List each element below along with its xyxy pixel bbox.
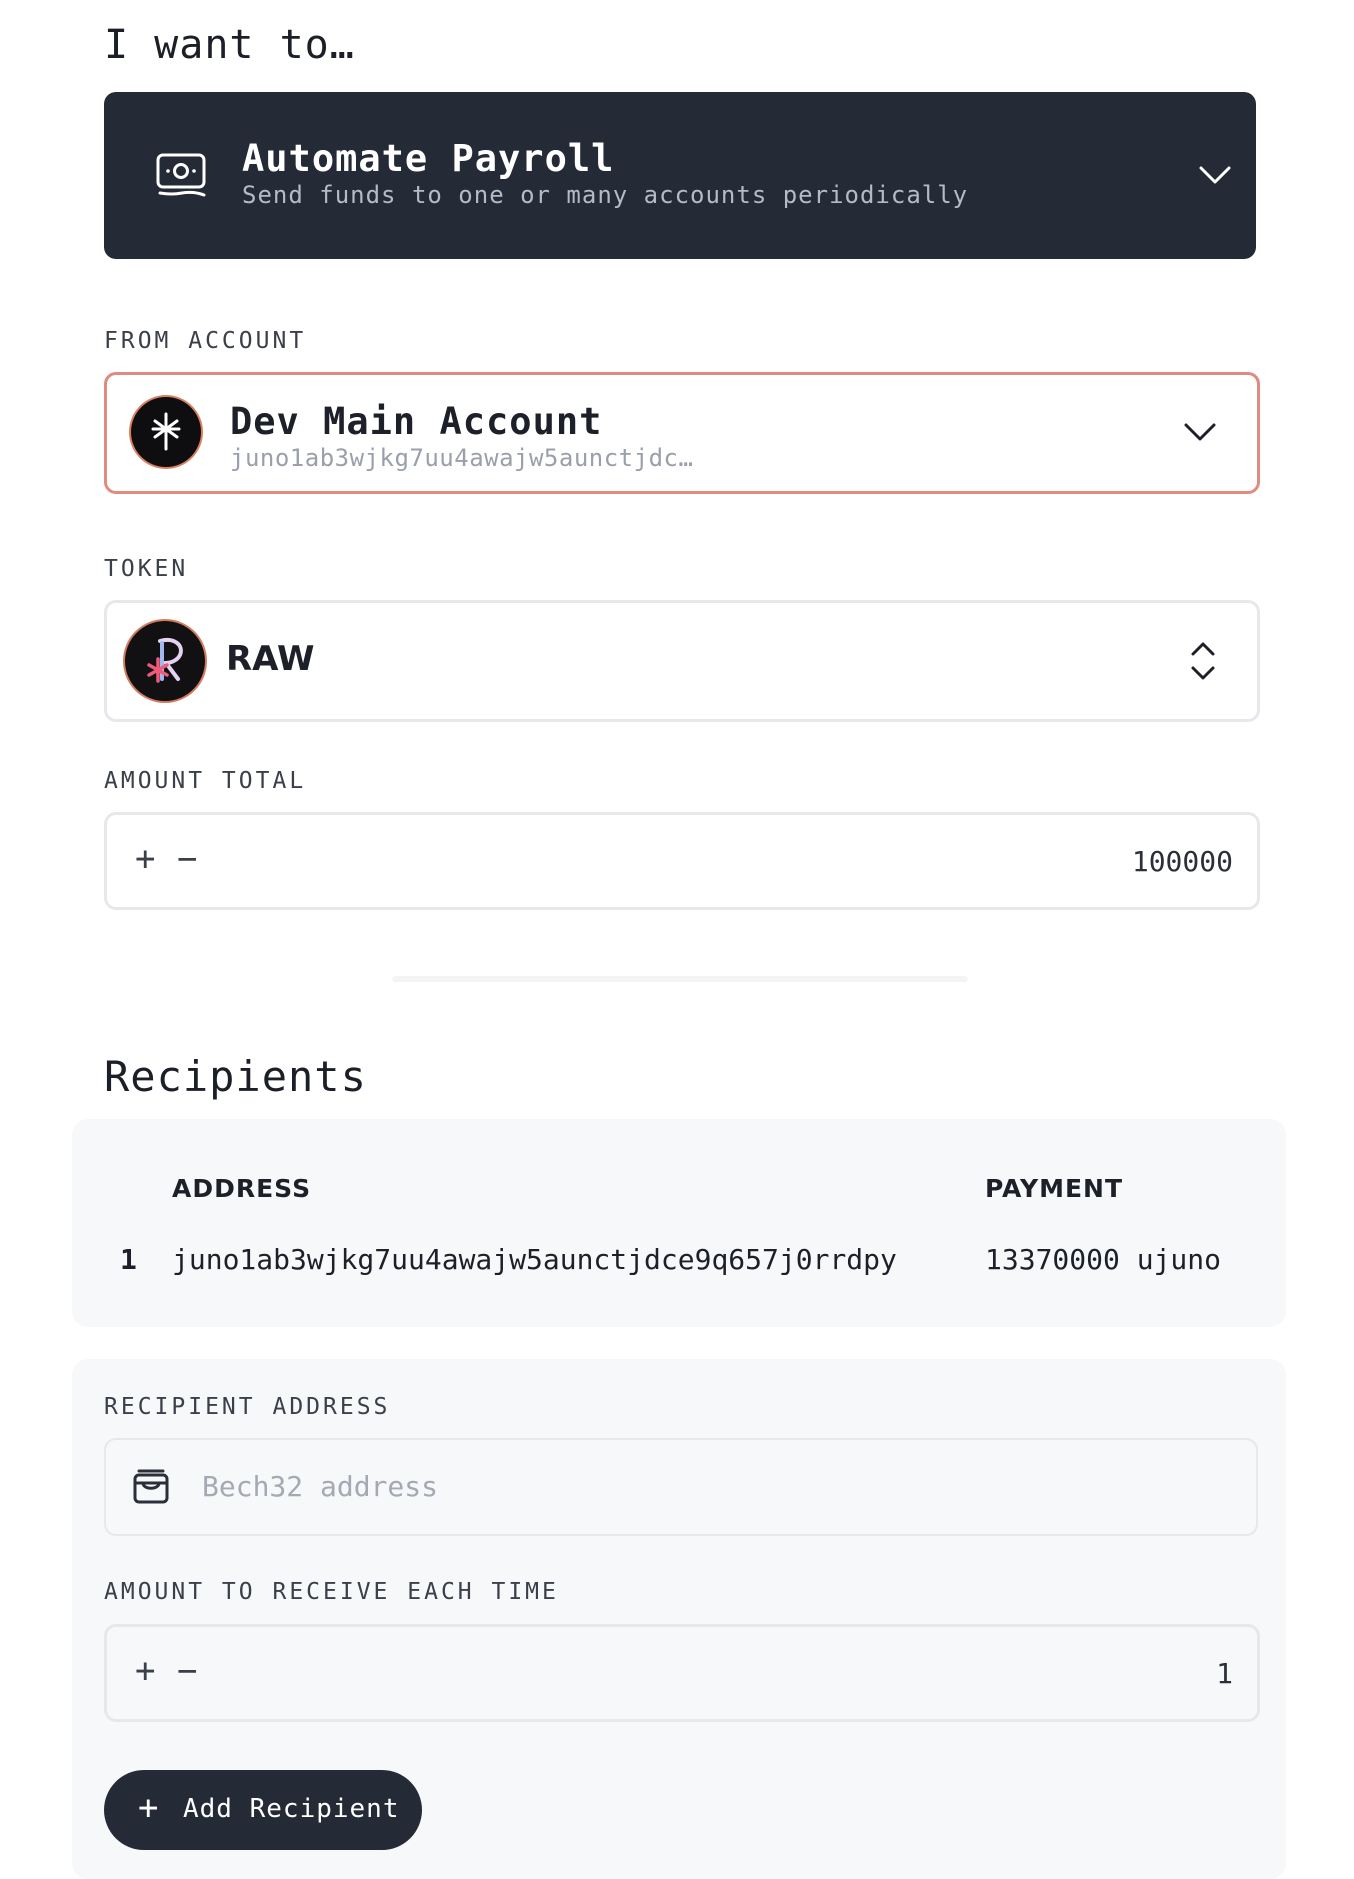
page-heading: I want to… — [104, 22, 355, 68]
increment-button[interactable]: + — [135, 841, 155, 877]
add-recipient-label: Add Recipient — [183, 1794, 400, 1824]
from-account-label: FROM ACCOUNT — [104, 328, 307, 354]
raw-token-icon — [125, 621, 205, 701]
goal-select[interactable]: Automate Payroll Send funds to one or ma… — [104, 92, 1256, 259]
token-name: RAW — [226, 639, 315, 679]
recipients-title: Recipients — [104, 1052, 367, 1101]
goal-subtitle: Send funds to one or many accounts perio… — [242, 181, 969, 209]
chevron-down-icon — [1184, 423, 1216, 441]
account-address: juno1ab3wjkg7uu4awajw5aunctjdc… — [230, 444, 694, 472]
decrement-button[interactable]: − — [177, 1653, 197, 1689]
chevron-down-icon — [1199, 166, 1231, 184]
token-label: TOKEN — [104, 556, 189, 582]
money-icon — [156, 153, 206, 197]
amount-total-value[interactable]: 100000 — [1132, 845, 1233, 878]
row-index: 1 — [120, 1243, 137, 1276]
juno-icon — [131, 397, 201, 467]
column-header-address: ADDRESS — [172, 1174, 312, 1203]
row-payment: 13370000 ujuno — [985, 1243, 1222, 1276]
column-header-payment: PAYMENT — [985, 1174, 1124, 1203]
amount-each-value[interactable]: 1 — [1216, 1657, 1233, 1690]
amount-each-field[interactable]: + − 1 — [104, 1624, 1260, 1722]
token-select[interactable]: RAW — [104, 600, 1260, 722]
section-divider — [392, 976, 968, 982]
recipients-table: ADDRESS PAYMENT 1 juno1ab3wjkg7uu4awajw5… — [72, 1119, 1286, 1327]
goal-title: Automate Payroll — [242, 137, 615, 180]
amount-total-field[interactable]: + − 100000 — [104, 812, 1260, 910]
recipient-address-input[interactable] — [200, 1462, 1204, 1510]
increment-button[interactable]: + — [135, 1653, 155, 1689]
account-name: Dev Main Account — [230, 400, 603, 443]
row-address: juno1ab3wjkg7uu4awajw5aunctjdce9q657j0rr… — [172, 1243, 897, 1276]
plus-icon: + — [138, 1788, 159, 1828]
add-recipient-panel: RECIPIENT ADDRESS AMOUNT TO RECEIVE EACH… — [72, 1359, 1286, 1879]
chevron-up-down-icon — [1191, 642, 1215, 680]
wallet-icon — [133, 1469, 169, 1504]
from-account-select[interactable]: Dev Main Account juno1ab3wjkg7uu4awajw5a… — [104, 372, 1260, 494]
recipient-address-label: RECIPIENT ADDRESS — [104, 1394, 391, 1420]
recipient-address-field[interactable] — [104, 1438, 1258, 1536]
add-recipient-button[interactable]: + Add Recipient — [104, 1770, 422, 1850]
amount-total-label: AMOUNT TOTAL — [104, 768, 307, 794]
decrement-button[interactable]: − — [177, 841, 197, 877]
amount-each-label: AMOUNT TO RECEIVE EACH TIME — [104, 1579, 559, 1605]
